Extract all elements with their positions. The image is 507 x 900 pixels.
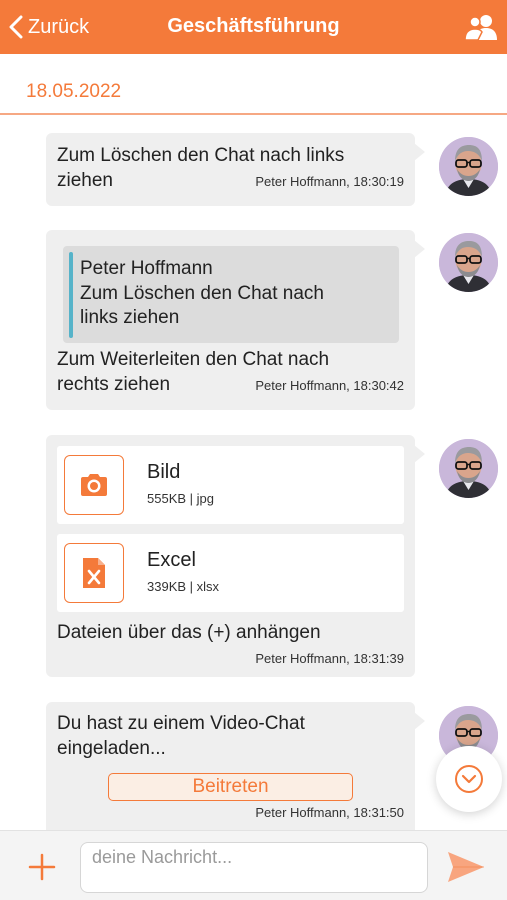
message-meta: Peter Hoffmann, 18:30:19: [255, 174, 404, 189]
message-text-line: Dateien über das (+) anhängen: [57, 622, 321, 643]
camera-icon: [64, 455, 124, 515]
quoted-message[interactable]: Peter Hoffmann Zum Löschen den Chat nach…: [63, 246, 399, 343]
message-composer: [0, 830, 507, 900]
excel-file-icon: [64, 543, 124, 603]
message-text-line: Du hast zu einem Video-Chat: [57, 713, 305, 734]
avatar[interactable]: [439, 233, 498, 292]
message-bubble[interactable]: Zum Löschen den Chat nach links ziehen P…: [46, 133, 425, 206]
message-text-line: Zum Löschen den Chat nach links: [57, 145, 345, 166]
scroll-down-button[interactable]: [436, 746, 502, 812]
quote-line: links ziehen: [80, 307, 180, 328]
file-name: Excel: [147, 549, 196, 571]
bubble-tail: [414, 445, 425, 463]
avatar[interactable]: [439, 439, 498, 498]
message-text: Dateien über das (+) anhängen: [57, 621, 321, 646]
message-meta: Peter Hoffmann, 18:31:39: [255, 651, 404, 666]
chevron-down-circle-icon: [455, 765, 483, 793]
plus-icon[interactable]: [28, 853, 56, 881]
send-icon[interactable]: [446, 850, 486, 884]
date-divider: [0, 113, 507, 115]
file-info: 339KB | xlsx: [147, 579, 220, 594]
message-input[interactable]: [80, 842, 428, 893]
message-text-line: eingeladen...: [57, 737, 166, 759]
message-meta: Peter Hoffmann, 18:30:42: [255, 378, 404, 393]
message-meta: Peter Hoffmann, 18:31:50: [255, 805, 404, 820]
file-attachment[interactable]: Bild 555KB | jpg: [57, 446, 404, 524]
join-video-chat-button[interactable]: Beitreten: [108, 773, 353, 801]
message-text-line: Zum Weiterleiten den Chat nach: [57, 349, 330, 370]
bubble-tail: [414, 143, 425, 161]
page-title: Geschäftsführung: [167, 15, 340, 37]
quote-author: Peter Hoffmann: [80, 258, 213, 279]
avatar-photo: [439, 137, 498, 196]
avatar[interactable]: [439, 137, 498, 196]
file-attachment[interactable]: Excel 339KB | xlsx: [57, 534, 404, 612]
file-name: Bild: [147, 461, 181, 483]
message-bubble[interactable]: Peter Hoffmann Zum Löschen den Chat nach…: [46, 230, 425, 410]
message-text: Du hast zu einem Video-Chat eingeladen..…: [57, 712, 305, 761]
avatar-photo: [439, 233, 498, 292]
avatar-photo: [439, 439, 498, 498]
quote-line: Zum Löschen den Chat nach: [80, 282, 324, 304]
users-icon[interactable]: [465, 13, 497, 41]
message-bubble[interactable]: Du hast zu einem Video-Chat eingeladen..…: [46, 702, 425, 838]
file-info: 555KB | jpg: [147, 491, 214, 506]
app-header: Zurück Geschäftsführung: [0, 0, 507, 54]
date-separator: 18.05.2022: [26, 81, 122, 102]
bubble-tail: [414, 712, 425, 730]
bubble-tail: [414, 240, 425, 258]
quote-text: Peter Hoffmann Zum Löschen den Chat nach…: [80, 257, 324, 331]
message-bubble[interactable]: Bild 555KB | jpg Excel 339KB | xlsx Date…: [46, 435, 425, 677]
quote-bar: [69, 252, 73, 338]
